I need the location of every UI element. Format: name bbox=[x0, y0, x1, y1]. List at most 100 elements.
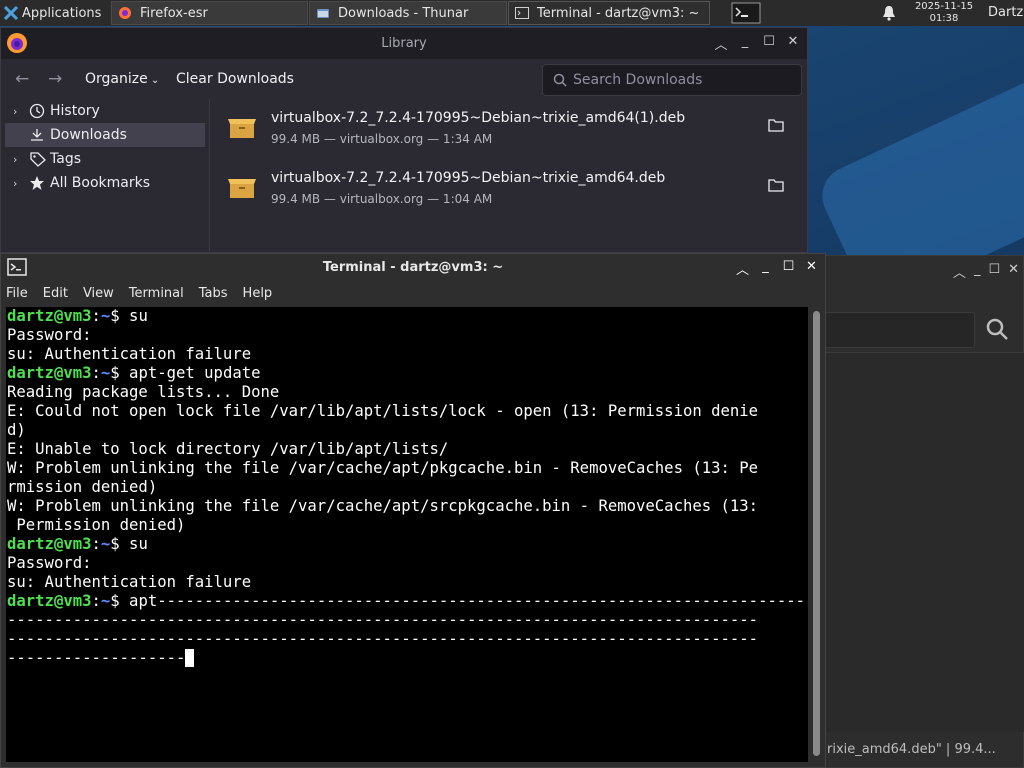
terminal-line-text: E: Could not open lock file /var/lib/apt… bbox=[7, 402, 759, 420]
terminal-line-text: $ su bbox=[110, 307, 148, 325]
library-titlebar[interactable]: Library ︿ _ ☐ ✕ bbox=[1, 28, 807, 59]
applications-menu-button[interactable]: Applications bbox=[0, 0, 110, 26]
terminal-line-text: W: Problem unlinking the file /var/cache… bbox=[7, 459, 759, 477]
terminal-window-controls: ︿ _ ☐ ✕ bbox=[735, 259, 819, 278]
menu-tabs[interactable]: Tabs bbox=[199, 286, 228, 301]
terminal-line: Reading package lists... Done bbox=[6, 383, 808, 402]
sidebar-item-label: History bbox=[50, 103, 100, 119]
library-shade-icon[interactable]: ︿ bbox=[713, 34, 729, 53]
menu-view[interactable]: View bbox=[83, 286, 114, 301]
library-minimize-icon[interactable]: _ bbox=[737, 34, 753, 53]
menu-terminal[interactable]: Terminal bbox=[129, 286, 184, 301]
organize-menu-button[interactable]: Organize ⌄ bbox=[85, 71, 159, 87]
task-terminal[interactable]: Terminal - dartz@vm3: ~ bbox=[508, 1, 710, 25]
terminal-line-text: ------------------- bbox=[7, 649, 186, 667]
task-terminal-label: Terminal - dartz@vm3: ~ bbox=[537, 5, 700, 21]
terminal-line-text: Password: bbox=[7, 326, 92, 344]
menu-help[interactable]: Help bbox=[243, 286, 273, 301]
clock[interactable]: 2025-11-15 01:38 bbox=[904, 1, 984, 25]
task-firefox[interactable]: Firefox-esr bbox=[111, 1, 308, 25]
library-window-controls: ︿ _ ☐ ✕ bbox=[713, 34, 801, 53]
library-window: Library ︿ _ ☐ ✕ ← → Organize ⌄ Clear Dow… bbox=[0, 27, 808, 253]
thunar-window-controls: ︿ _ ☐ ✕ bbox=[953, 262, 1019, 281]
sidebar-item-label: Tags bbox=[50, 151, 81, 167]
terminal-line-text: E: Unable to lock directory /var/lib/apt… bbox=[7, 440, 449, 458]
star-icon bbox=[30, 176, 44, 190]
thunar-shade-icon[interactable]: ︿ bbox=[953, 262, 966, 281]
scrollbar-thumb[interactable] bbox=[813, 311, 820, 756]
xfce-logo-icon bbox=[4, 6, 18, 20]
thunar-path-field[interactable] bbox=[825, 312, 975, 348]
applications-label: Applications bbox=[22, 5, 102, 21]
notification-bell-icon[interactable] bbox=[882, 5, 896, 21]
sidebar-item-downloads[interactable]: Downloads bbox=[5, 123, 205, 147]
back-arrow-icon[interactable]: ← bbox=[15, 69, 29, 89]
sidebar-item-all-bookmarks[interactable]: › All Bookmarks bbox=[5, 171, 205, 195]
thunar-file-view[interactable] bbox=[825, 352, 1024, 732]
organize-label: Organize bbox=[85, 71, 148, 87]
clear-downloads-button[interactable]: Clear Downloads bbox=[176, 71, 294, 87]
terminal-icon bbox=[515, 7, 529, 19]
terminal-window: Terminal - dartz@vm3: ~ ︿ _ ☐ ✕ File Edi… bbox=[0, 253, 826, 768]
package-icon bbox=[228, 179, 256, 198]
sidebar-item-tags[interactable]: › Tags bbox=[5, 147, 205, 171]
terminal-line-text: Password: bbox=[7, 554, 92, 572]
firefox-icon bbox=[119, 7, 131, 19]
download-item[interactable]: virtualbox-7.2_7.2.4-170995~Debian~trixi… bbox=[210, 99, 805, 155]
task-firefox-label: Firefox-esr bbox=[140, 5, 208, 21]
search-icon[interactable] bbox=[985, 317, 1009, 341]
prompt-separator: : bbox=[91, 592, 101, 610]
terminal-line: ----------------------------------------… bbox=[6, 611, 808, 630]
thunar-close-icon[interactable]: ✕ bbox=[1008, 262, 1019, 281]
download-item[interactable]: virtualbox-7.2_7.2.4-170995~Debian~trixi… bbox=[210, 159, 805, 215]
terminal-maximize-icon[interactable]: ☐ bbox=[781, 259, 796, 278]
terminal-launcher-icon[interactable] bbox=[730, 2, 762, 24]
terminal-line-text: ----------------------------------------… bbox=[7, 630, 759, 648]
thunar-window: ︿ _ ☐ ✕ rixie_amd64.deb" | 99.4... bbox=[824, 255, 1024, 768]
terminal-line: Permission denied) bbox=[6, 516, 808, 535]
prompt-user: dartz@vm3 bbox=[7, 307, 92, 325]
expand-chevron-icon[interactable]: › bbox=[13, 153, 17, 166]
sidebar-item-label: All Bookmarks bbox=[50, 175, 151, 191]
library-close-icon[interactable]: ✕ bbox=[785, 34, 801, 53]
clock-icon bbox=[29, 103, 45, 119]
tag-icon bbox=[30, 152, 46, 167]
download-filename: virtualbox-7.2_7.2.4-170995~Debian~trixi… bbox=[271, 110, 686, 126]
expand-chevron-icon[interactable]: › bbox=[13, 105, 17, 118]
user-menu[interactable]: Dartz bbox=[988, 5, 1023, 20]
terminal-line-text: Permission denied) bbox=[7, 516, 186, 534]
terminal-scrollbar[interactable] bbox=[810, 307, 824, 762]
folder-icon[interactable] bbox=[768, 118, 784, 132]
library-maximize-icon[interactable]: ☐ bbox=[761, 34, 777, 53]
terminal-line-text: ----------------------------------------… bbox=[7, 611, 759, 629]
folder-icon[interactable] bbox=[768, 178, 784, 192]
download-filename: virtualbox-7.2_7.2.4-170995~Debian~trixi… bbox=[271, 170, 666, 186]
expand-chevron-icon[interactable]: › bbox=[13, 177, 17, 190]
prompt-path: ~ bbox=[100, 364, 111, 382]
terminal-minimize-icon[interactable]: _ bbox=[758, 259, 773, 278]
menu-file[interactable]: File bbox=[6, 286, 28, 301]
terminal-line: d) bbox=[6, 421, 808, 440]
terminal-line-text: d) bbox=[7, 421, 26, 439]
terminal-line: E: Unable to lock directory /var/lib/apt… bbox=[6, 440, 808, 459]
terminal-screen[interactable]: dartz@vm3:~$ su Password: su: Authenticati… bbox=[6, 307, 808, 762]
terminal-shade-icon[interactable]: ︿ bbox=[735, 259, 750, 278]
thunar-minimize-icon[interactable]: _ bbox=[974, 262, 981, 281]
terminal-cursor bbox=[185, 649, 195, 667]
terminal-line: dartz@vm3:~$ apt-get update bbox=[6, 364, 808, 383]
task-thunar[interactable]: Downloads - Thunar bbox=[309, 1, 507, 25]
sidebar-item-history[interactable]: › History bbox=[5, 99, 205, 123]
thunar-maximize-icon[interactable]: ☐ bbox=[988, 262, 1000, 281]
forward-arrow-icon[interactable]: → bbox=[48, 69, 62, 89]
search-downloads-input[interactable]: Search Downloads bbox=[542, 64, 802, 96]
clock-time: 01:38 bbox=[929, 13, 959, 24]
terminal-line: su: Authentication failure bbox=[6, 345, 808, 364]
terminal-close-icon[interactable]: ✕ bbox=[804, 259, 819, 278]
menu-edit[interactable]: Edit bbox=[43, 286, 68, 301]
terminal-line: Password: bbox=[6, 554, 808, 573]
terminal-titlebar[interactable]: Terminal - dartz@vm3: ~ ︿ _ ☐ ✕ bbox=[1, 254, 825, 281]
library-toolbar: ← → Organize ⌄ Clear Downloads Search Do… bbox=[1, 59, 807, 99]
clock-date: 2025-11-15 bbox=[914, 1, 974, 12]
terminal-line: rmission denied) bbox=[6, 478, 808, 497]
download-meta: 99.4 MB — virtualbox.org — 1:34 AM bbox=[271, 132, 493, 146]
